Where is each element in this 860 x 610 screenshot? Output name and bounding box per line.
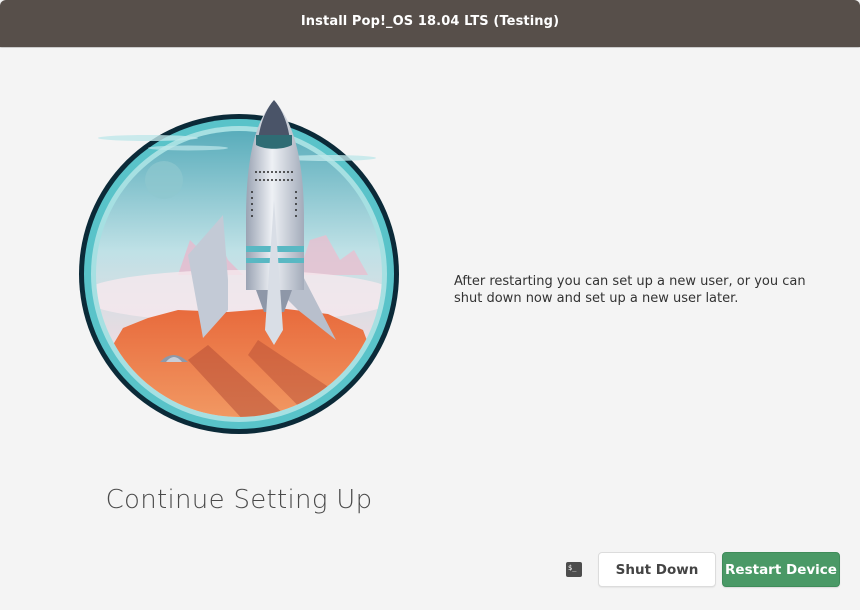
description-text: After restarting you can set up a new us… — [454, 274, 806, 306]
rocket-on-mars-icon — [79, 100, 399, 434]
restart-device-button[interactable]: Restart Device — [722, 552, 840, 587]
terminal-icon[interactable]: $_ — [566, 562, 582, 577]
terminal-glyph: $_ — [568, 564, 577, 572]
page-title: Continue Setting Up — [105, 485, 373, 515]
title-bar: Install Pop!_OS 18.04 LTS (Testing) — [0, 0, 860, 47]
shut-down-button[interactable]: Shut Down — [598, 552, 716, 587]
window-title: Install Pop!_OS 18.04 LTS (Testing) — [300, 14, 560, 29]
